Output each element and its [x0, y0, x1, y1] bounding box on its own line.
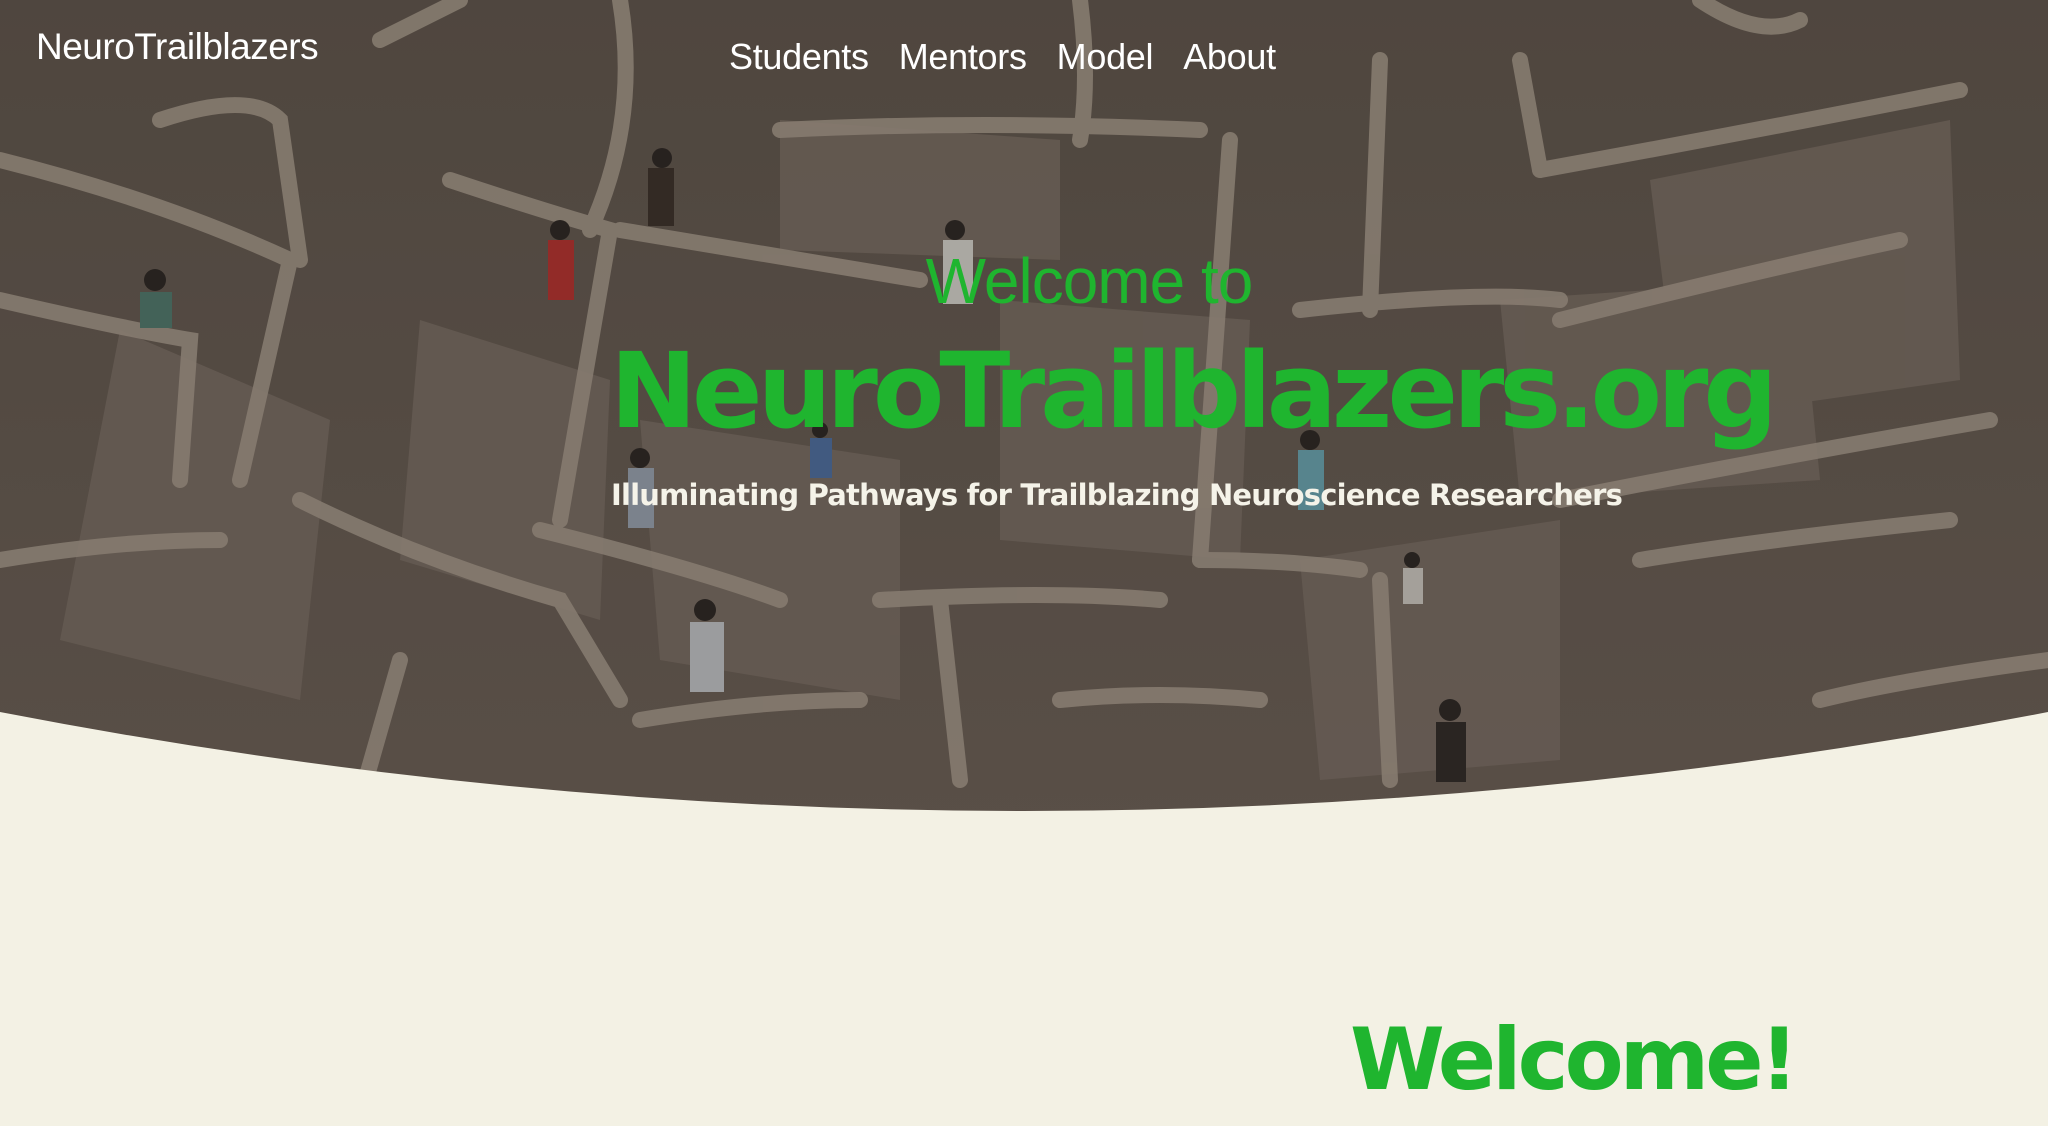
hero-curve-divider	[0, 712, 2048, 840]
hero-welcome-to: Welcome to	[925, 245, 1254, 317]
main-nav: Students Mentors Model About	[729, 36, 1276, 78]
brand-logo-link[interactable]: NeuroTrailblazers	[36, 26, 319, 68]
nav-mentors[interactable]: Mentors	[899, 36, 1027, 78]
page: NeuroTrailblazers Students Mentors Model…	[0, 0, 2048, 1126]
hero-site-title: NeuroTrailblazers.org	[610, 330, 1778, 452]
hero-tagline: Illuminating Pathways for Trailblazing N…	[611, 478, 1623, 512]
nav-model[interactable]: Model	[1057, 36, 1154, 78]
nav-about[interactable]: About	[1183, 36, 1276, 78]
welcome-section-heading: Welcome!	[1350, 1010, 1799, 1110]
nav-students[interactable]: Students	[729, 36, 869, 78]
